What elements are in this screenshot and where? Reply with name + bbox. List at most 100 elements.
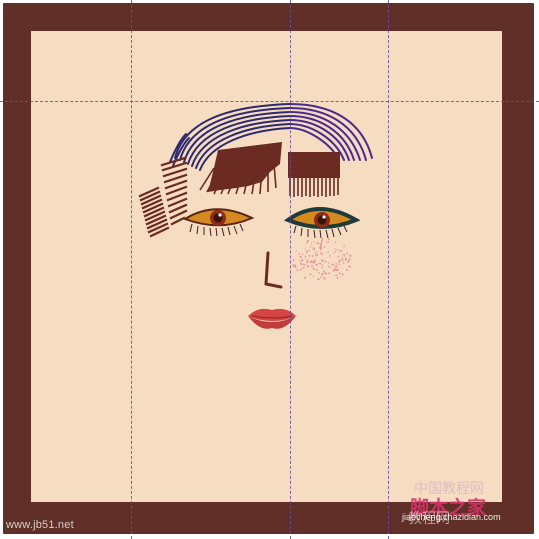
freckle-dot <box>334 241 337 243</box>
freckle-dot <box>317 278 320 281</box>
watermark-url: jiaocheng.chazidian.com <box>402 512 501 522</box>
freckle-dot <box>332 269 335 272</box>
freckle-dot <box>299 255 302 258</box>
freckle-dot <box>349 254 352 257</box>
freckle-dot <box>316 254 319 256</box>
freckle-dot <box>306 241 308 244</box>
freckle-dot <box>301 253 304 255</box>
freckle-dot <box>334 250 337 253</box>
freckle-dot <box>347 261 350 263</box>
freckle-dot <box>321 264 324 266</box>
freckle-dot <box>314 252 317 255</box>
freckle-dot <box>318 262 321 264</box>
freckle-dot <box>333 264 335 266</box>
freckle-dot <box>310 242 313 244</box>
freckle-dot <box>313 241 315 243</box>
freckle-dot <box>329 255 331 257</box>
freckle-dot <box>343 253 345 256</box>
freckle-dot <box>338 263 341 266</box>
freckle-dot <box>298 260 301 262</box>
lips[interactable] <box>248 308 296 329</box>
freckle-dot <box>311 265 314 268</box>
freckle-dot <box>310 246 312 248</box>
freckle-dot <box>326 241 328 243</box>
freckle-dot <box>334 248 336 250</box>
guide-horizontal-1[interactable] <box>0 101 539 102</box>
freckle-dot <box>321 259 323 261</box>
freckle-dot <box>315 269 318 271</box>
freckle-dot <box>318 272 320 274</box>
side-hair[interactable] <box>138 156 188 238</box>
freckle-dot <box>315 251 318 253</box>
freckle-dot <box>333 252 335 254</box>
freckle-dot <box>324 260 327 263</box>
freckle-dot <box>328 272 331 275</box>
freckle-dot <box>339 259 341 262</box>
freckle-dot <box>301 259 303 262</box>
nose[interactable] <box>264 251 283 289</box>
freckle-dot <box>314 254 317 257</box>
guide-vertical-3[interactable] <box>388 0 389 539</box>
freckle-dot <box>306 240 309 243</box>
freckle-dot <box>312 275 315 277</box>
freckle-dot <box>308 249 311 251</box>
freckle-dot <box>320 276 323 279</box>
freckle-dot <box>311 254 314 257</box>
illustration[interactable] <box>0 0 539 539</box>
freckle-dot <box>341 273 344 276</box>
freckle-dot <box>335 274 338 277</box>
freckle-dot <box>294 266 297 269</box>
freckle-dot <box>321 273 323 275</box>
freckle-dot <box>319 252 322 254</box>
freckle-dot <box>324 278 326 280</box>
freckle-dot <box>304 257 307 259</box>
freckle-dot <box>306 259 309 262</box>
freckle-dot <box>302 266 305 269</box>
freckle-dot <box>324 272 326 275</box>
freckle-dot <box>343 255 346 257</box>
freckle-dot <box>345 258 347 260</box>
freckle-dot <box>312 267 315 270</box>
right-eye[interactable] <box>283 207 361 239</box>
freckle-dot <box>327 251 329 253</box>
freckle-dot <box>317 242 320 245</box>
freckle-dot <box>295 250 297 252</box>
left-eye[interactable] <box>182 208 255 237</box>
freckle-dot <box>346 269 349 271</box>
freckle-dot <box>321 239 323 242</box>
freckle-dot <box>320 243 322 245</box>
freckle-dot <box>298 253 301 255</box>
guide-vertical-2[interactable] <box>290 0 291 539</box>
freckle-dot <box>313 259 316 262</box>
freckle-dot <box>302 263 304 266</box>
freckle-dot <box>336 276 339 279</box>
freckle-dot <box>328 262 330 264</box>
freckle-dot <box>343 245 345 247</box>
freckle-dot <box>315 263 318 266</box>
freckle-dot <box>340 249 343 252</box>
freckle-dot <box>348 265 351 268</box>
freckle-dot <box>321 238 324 240</box>
freckle-dot <box>309 273 312 275</box>
freckle-dot <box>328 265 330 268</box>
freckle-dot <box>304 255 307 257</box>
freckle-dot <box>304 276 307 279</box>
site-credit: www.jb51.net <box>6 519 74 531</box>
guide-vertical-1[interactable] <box>131 0 132 539</box>
freckle-dot <box>334 267 336 269</box>
freckle-dot <box>342 262 345 264</box>
freckle-dot <box>337 255 340 258</box>
freckle-dot <box>306 261 309 264</box>
freckle-dot <box>304 264 306 266</box>
editor-workspace: www.jb51.net 中国教程网 脚本之家 教程网 jiaocheng.ch… <box>0 0 539 539</box>
freckle-dot <box>336 249 339 251</box>
freckle-dot <box>296 269 299 272</box>
freckle-dot <box>348 258 351 261</box>
freckle-dot <box>292 259 295 262</box>
freckle-dot <box>344 259 347 262</box>
freckle-dot <box>337 268 339 271</box>
freckle-dot <box>338 261 340 263</box>
freckle-dot <box>323 246 326 248</box>
freckle-dot <box>342 255 344 257</box>
bangs[interactable] <box>199 142 340 197</box>
